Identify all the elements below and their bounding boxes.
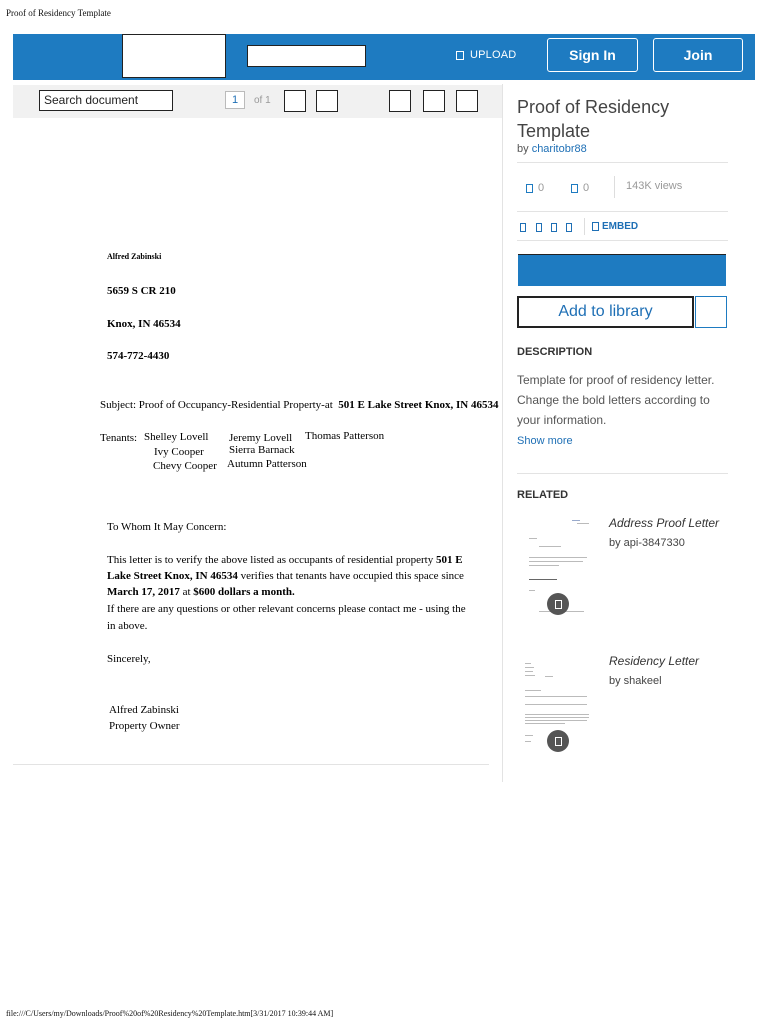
body-line: This letter is to verify the above liste… [107,554,463,566]
divider [517,240,728,241]
divider [517,211,728,212]
zoom-in-button[interactable] [316,90,338,112]
related-thumbnail[interactable] [517,513,591,621]
share-twitter-icon[interactable] [536,223,542,232]
related-author: by api-3847330 [609,537,685,549]
share-separator [584,218,585,235]
author-byline: by charitobr88 [517,143,587,155]
body-line: March 17, 2017 at $600 dollars a month. [107,586,295,598]
body-line: in above. [107,620,148,632]
upload-icon [456,50,464,60]
related-author: by shakeel [609,675,662,687]
site-search-input[interactable] [247,45,366,67]
tenants-label: Tenants: [100,432,138,444]
sign-in-button[interactable]: Sign In [547,38,638,72]
sender-phone: 574-772-4430 [107,350,170,362]
site-header: UPLOAD Sign In Join [13,34,755,80]
join-button[interactable]: Join [653,38,743,72]
divider [517,473,728,474]
print-page-title: Proof of Residency Template [6,8,111,18]
document-title: Proof of Residency Template [517,97,670,141]
page-count-label: of 1 [254,95,271,106]
related-title[interactable]: Residency Letter [609,654,699,668]
embed-icon [592,222,599,231]
upvote-count: 0 [538,182,545,194]
signature-name: Alfred Zabinski [109,704,179,716]
sender-name: Alfred Zabinski [107,252,162,261]
body-line: If there are any questions or other rele… [107,603,466,615]
show-more-link[interactable]: Show more [517,435,573,447]
thumbs-up-icon [526,183,533,193]
share-linkedin-icon[interactable] [551,223,557,232]
download-doc-button[interactable] [423,90,445,112]
tenant-name: Shelley Lovell [144,431,209,443]
add-to-library-button[interactable]: Add to library [517,296,694,328]
embed-button[interactable]: EMBED [592,221,638,232]
description-text: Template for proof of residency letter. … [517,373,715,427]
document-toolbar: Search document 1 of 1 [13,85,502,118]
thumbs-down-icon [571,183,578,193]
view-count: 143K views [626,180,683,192]
sender-address-line1: 5659 S CR 210 [107,285,176,297]
author-link[interactable]: charitobr88 [532,143,587,155]
share-facebook-icon[interactable] [520,223,526,232]
related-title[interactable]: Address Proof Letter [609,516,719,530]
related-thumbnail[interactable] [517,650,591,758]
stat-separator [614,176,615,198]
upload-label: UPLOAD [470,49,517,61]
body-line: Lake Street Knox, IN 46534 verifies that… [107,570,464,582]
divider [517,162,728,163]
site-logo[interactable] [122,34,226,78]
signature-title: Property Owner [109,720,180,732]
tenant-name: Autumn Patterson [227,458,307,470]
tenant-name: Chevy Cooper [153,460,217,472]
salutation: To Whom It May Concern: [107,521,227,533]
library-options-button[interactable] [695,296,727,328]
share-email-icon[interactable] [566,223,572,232]
description-heading: DESCRIPTION [517,346,593,358]
embed-label: EMBED [602,221,639,232]
downvote-count: 0 [583,182,590,194]
downvote-button[interactable]: 0 [571,182,589,194]
document-divider [13,764,489,765]
related-heading: RELATED [517,489,569,501]
fullscreen-button[interactable] [389,90,411,112]
page-number-input[interactable]: 1 [225,91,245,109]
upvote-button[interactable]: 0 [526,182,544,194]
sender-address-line2: Knox, IN 46534 [107,318,181,330]
document-search-input[interactable]: Search document [39,90,173,111]
more-options-button[interactable] [456,90,478,112]
download-button[interactable] [518,254,726,286]
subject-line: Subject: Proof of Occupancy-Residential … [100,399,499,411]
closing: Sincerely, [107,653,151,665]
tenant-name: Ivy Cooper [154,446,204,458]
upload-link[interactable]: UPLOAD [456,49,516,61]
document-type-icon [547,730,569,752]
tenant-name: Thomas Patterson [305,430,385,442]
document-type-icon [547,593,569,615]
print-page-footer: file:///C/Users/my/Downloads/Proof%20of%… [6,1009,334,1018]
sidebar-divider [502,84,503,782]
zoom-out-button[interactable] [284,90,306,112]
tenant-name: Jeremy Lovell [229,432,293,444]
tenant-name: Sierra Barnack [229,444,295,456]
